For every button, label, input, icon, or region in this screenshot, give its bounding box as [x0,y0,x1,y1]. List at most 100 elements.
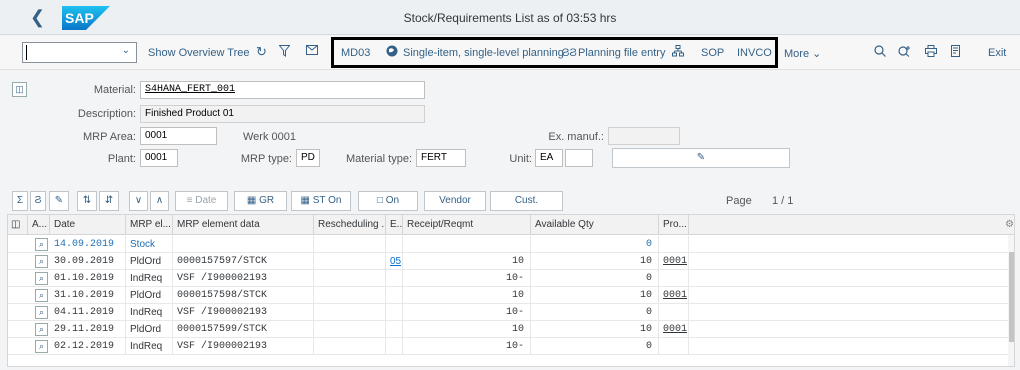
cell-mrp-el: Stock [126,236,173,253]
chevron-down-icon[interactable]: ⌄ [122,45,130,56]
cell-resched [314,304,386,321]
search-icon[interactable] [874,45,886,60]
cell-resched [314,287,386,304]
unit-label: Unit: [509,153,532,165]
cell-date: 01.10.2019 [50,270,126,287]
cell-date: 04.11.2019 [50,304,126,321]
cell-mrp-el: PldOrd [126,321,173,338]
collapse-all-icon[interactable]: ∧ [150,191,169,211]
cell-receipt: 10- [403,338,531,355]
cell-avail: 10 [531,287,659,304]
unit-extra-field[interactable] [565,149,593,167]
zoom-icon[interactable]: ⌕ [35,289,48,302]
exit-button[interactable]: Exit [988,47,1006,59]
customer-button[interactable]: Cust. [490,191,563,211]
sort-descending-icon[interactable]: ⇵ [99,191,119,211]
mrp-type-label: MRP type: [240,153,292,165]
column-header-receipt-reqmt[interactable]: Receipt/Reqmt [403,215,531,235]
column-settings-icon[interactable]: ◫ [8,215,28,235]
expand-all-icon[interactable]: ∨ [129,191,148,211]
cell-pro [659,236,689,253]
empty-row [8,355,1008,366]
zoom-icon[interactable]: ⌕ [35,255,48,268]
material-type-field[interactable]: FERT [416,149,466,167]
print-icon[interactable] [925,45,937,60]
mrp-area-label: MRP Area: [83,131,136,143]
on-button[interactable]: □ On [358,191,418,211]
title-bar: ❮ SAP Stock/Requirements List as of 03:5… [0,0,1020,35]
filter-icon[interactable] [278,45,291,60]
zoom-icon[interactable]: ⌕ [35,306,48,319]
show-overview-tree-button[interactable]: Show Overview Tree [148,47,249,59]
zoom-icon[interactable]: ⌕ [35,272,48,285]
table-header: ◫ A... Date MRP el... MRP element data R… [8,215,1014,235]
details-icon[interactable]: Ϩ [30,191,46,211]
cell-pro[interactable]: 0001 [659,253,689,270]
cell-e [386,338,403,355]
cell-mrp-el: PldOrd [126,253,173,270]
sort-ascending-icon[interactable]: ⇅ [77,191,97,211]
cell-resched [314,236,386,253]
cell-data: VSF /I900002193 [173,304,314,321]
zoom-icon[interactable]: ⌕ [35,340,48,353]
column-header-mrp-element-data[interactable]: MRP element data [173,215,314,235]
gear-icon[interactable]: ⚙ [689,215,1014,235]
vendor-button[interactable]: Vendor [424,191,486,211]
settings-document-icon[interactable] [950,45,962,60]
cell-receipt: 10 [403,253,531,270]
gr-button[interactable]: ▦ GR [234,191,287,211]
cell-mrp-el: IndReq [126,270,173,287]
page-value: 1 / 1 [772,195,794,207]
pencil-icon: ✎ [696,152,706,163]
table-row[interactable]: ⌕ 02.12.2019 IndReq VSF /I900002193 10- 0 [8,338,1008,355]
cell-data [173,236,314,253]
expand-header-icon[interactable]: ◫ [12,82,27,97]
mrp-type-field[interactable]: PD [296,149,320,167]
cell-data: VSF /I900002193 [173,338,314,355]
vertical-scrollbar[interactable] [1008,235,1014,366]
column-header-pro[interactable]: Pro... [659,215,689,235]
lines-icon: ≡ [186,195,193,206]
cell-date: 31.10.2019 [50,287,126,304]
cell-e[interactable]: 05 [386,253,403,270]
more-label: More [784,48,810,60]
column-header-a[interactable]: A... [28,215,50,235]
sum-icon[interactable]: Σ [12,191,28,211]
mail-icon[interactable] [306,45,318,58]
table-row[interactable]: ⌕ 04.11.2019 IndReq VSF /I900002193 10- 0 [8,304,1008,321]
column-header-rescheduling[interactable]: Rescheduling ... [314,215,386,235]
cell-date: 30.09.2019 [50,253,126,270]
table-row[interactable]: ⌕ 30.09.2019 PldOrd 0000157597/STCK 05 10 10 00… [8,253,1008,270]
column-header-e[interactable]: E... [386,215,403,235]
scrollbar-thumb[interactable] [1009,252,1014,342]
cell-mrp-el: IndReq [126,304,173,321]
command-field[interactable]: ⌄ [22,42,137,63]
cell-pro[interactable]: 0001 [659,321,689,338]
mrp-area-field[interactable]: 0001 [140,127,217,145]
exp-manuf-field [608,127,680,145]
exp-manuf-label: Ex. manuf.: [548,131,604,143]
search-next-icon[interactable] [898,45,911,60]
table-row[interactable]: ⌕ 29.11.2019 PldOrd 0000157599/STCK 10 10 0001 [8,321,1008,338]
pencil-icon[interactable]: ✎ [49,191,69,211]
cell-pro[interactable]: 0001 [659,287,689,304]
column-header-available-qty[interactable]: Available Qty [531,215,659,235]
cell-data: 0000157599/STCK [173,321,314,338]
column-header-mrp-element[interactable]: MRP el... [126,215,173,235]
st-on-button[interactable]: ▦ ST On [291,191,351,211]
refresh-icon[interactable]: ↻ [256,44,267,60]
zoom-icon[interactable]: ⌕ [35,238,48,251]
plant-field[interactable]: 0001 [140,149,178,167]
material-field[interactable]: S4HANA_FERT_001 [140,81,425,99]
unit-field[interactable]: EA [535,149,563,167]
column-header-date[interactable]: Date [50,215,126,235]
edit-text-button[interactable]: ✎ [612,148,790,168]
cell-pro [659,338,689,355]
table-row[interactable]: ⌕ 01.10.2019 IndReq VSF /I900002193 10- 0 [8,270,1008,287]
highlight-annotation [331,37,778,68]
table-row[interactable]: ⌕ 31.10.2019 PldOrd 0000157598/STCK 10 10 0001 [8,287,1008,304]
more-menu-button[interactable]: More ⌄ [784,47,821,60]
table-row[interactable]: ⌕ 14.09.2019 Stock 0 [8,236,1008,253]
zoom-icon[interactable]: ⌕ [35,323,48,336]
cell-resched [314,253,386,270]
